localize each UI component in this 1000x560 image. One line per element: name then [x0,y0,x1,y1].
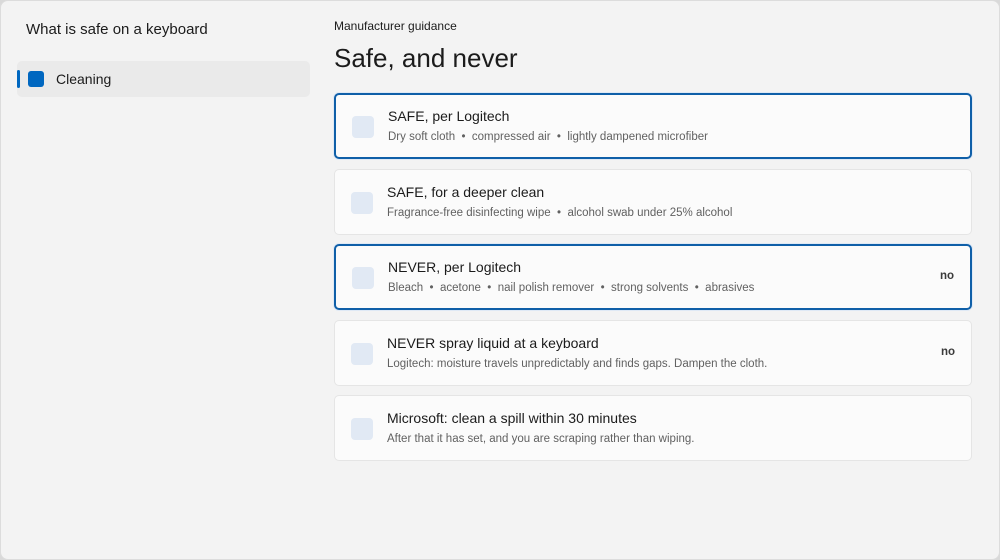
checkbox[interactable] [352,267,374,289]
card-description: Dry soft cloth • compressed air • lightl… [388,131,708,143]
sidebar-item-label: Cleaning [56,71,112,87]
main-content: Manufacturer guidance Safe, and never SA… [334,1,974,559]
checkbox[interactable] [351,343,373,365]
card-title: SAFE, per Logitech [388,108,510,124]
checkbox[interactable] [352,116,374,138]
card-title: NEVER, per Logitech [388,259,522,275]
card-title: Microsoft: clean a spill within 30 minut… [387,410,637,426]
app-window: What is safe on a keyboard Cleaning Manu… [0,0,1000,560]
guidance-card-never-logitech[interactable]: NEVER, per Logitech Bleach • acetone • n… [334,244,972,310]
guidance-card-microsoft-spill[interactable]: Microsoft: clean a spill within 30 minut… [334,395,972,461]
card-title: SAFE, for a deeper clean [387,184,545,200]
status-badge: no [940,346,955,358]
guidance-card-safe-deeper-clean[interactable]: SAFE, for a deeper clean Fragrance-free … [334,169,972,235]
app-title: What is safe on a keyboard [26,21,208,38]
guidance-card-never-spray[interactable]: NEVER spray liquid at a keyboard Logitec… [334,320,972,386]
guidance-card-safe-logitech[interactable]: SAFE, per Logitech Dry soft cloth • comp… [334,93,972,159]
page-title: Safe, and never [334,43,518,73]
selection-indicator [17,70,20,88]
card-title: NEVER spray liquid at a keyboard [387,335,599,351]
sidebar-item-cleaning[interactable]: Cleaning [17,61,310,97]
sidebar: What is safe on a keyboard Cleaning [1,1,321,559]
card-description: After that it has set, and you are scrap… [387,433,695,445]
section-subheader: Manufacturer guidance [334,19,457,33]
checkbox[interactable] [351,192,373,214]
status-badge: no [939,270,954,282]
card-description: Fragrance-free disinfecting wipe • alcoh… [387,207,733,219]
cleaning-icon [28,71,44,87]
checkbox[interactable] [351,418,373,440]
card-description: Bleach • acetone • nail polish remover •… [388,282,755,294]
card-description: Logitech: moisture travels unpredictably… [387,358,768,370]
